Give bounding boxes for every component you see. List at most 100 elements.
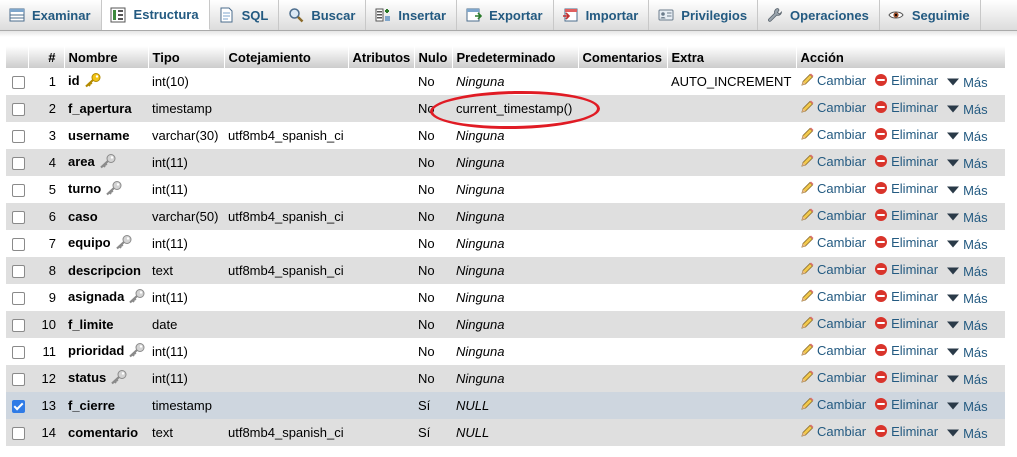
table-row[interactable]: 12 status int(11) No Ninguna Cambiar Eliminar M… bbox=[6, 365, 1005, 392]
tab-label: Operaciones bbox=[790, 7, 869, 23]
row-checkbox[interactable] bbox=[12, 130, 25, 144]
change-button[interactable]: Cambiar bbox=[800, 154, 866, 169]
row-number: 12 bbox=[28, 365, 64, 392]
header-type[interactable]: Tipo bbox=[148, 46, 225, 68]
drop-button[interactable]: Eliminar bbox=[874, 370, 938, 385]
drop-button[interactable]: Eliminar bbox=[874, 262, 938, 277]
change-button[interactable]: Cambiar bbox=[800, 73, 866, 88]
more-button-label: Más bbox=[963, 128, 988, 144]
more-button[interactable]: Más bbox=[946, 156, 988, 171]
row-checkbox[interactable] bbox=[12, 184, 25, 198]
more-button[interactable]: Más bbox=[946, 102, 988, 117]
change-button[interactable]: Cambiar bbox=[800, 289, 866, 304]
drop-button[interactable]: Eliminar bbox=[874, 316, 938, 331]
row-checkbox[interactable] bbox=[12, 292, 25, 306]
row-checkbox[interactable] bbox=[12, 319, 25, 333]
drop-button[interactable]: Eliminar bbox=[874, 73, 938, 88]
tab-insertar[interactable]: Insertar bbox=[366, 0, 458, 30]
header-extra[interactable]: Extra bbox=[667, 46, 797, 68]
row-checkbox[interactable] bbox=[12, 103, 25, 117]
tab-examinar[interactable]: Examinar bbox=[0, 0, 102, 30]
more-button[interactable]: Más bbox=[946, 237, 988, 252]
drop-button[interactable]: Eliminar bbox=[874, 154, 938, 169]
more-button[interactable]: Más bbox=[946, 129, 988, 144]
header-name[interactable]: Nombre bbox=[64, 46, 149, 68]
column-type: int(11) bbox=[148, 149, 224, 176]
table-row[interactable]: 9 asignada int(11) No Ninguna Cambiar Eliminar… bbox=[6, 284, 1005, 311]
row-checkbox[interactable] bbox=[12, 157, 25, 171]
drop-button-label: Eliminar bbox=[891, 423, 939, 439]
more-button[interactable]: Más bbox=[946, 426, 988, 441]
change-button[interactable]: Cambiar bbox=[800, 397, 866, 412]
more-button[interactable]: Más bbox=[946, 291, 988, 306]
pencil-icon bbox=[800, 181, 814, 195]
change-button[interactable]: Cambiar bbox=[800, 181, 866, 196]
tab-exportar[interactable]: Exportar bbox=[457, 0, 554, 30]
table-row[interactable]: 11 prioridad int(11) No Ninguna Cambiar Elimin… bbox=[6, 338, 1005, 365]
header-null[interactable]: Nulo bbox=[414, 46, 453, 68]
column-collation: utf8mb4_spanish_ci bbox=[224, 203, 348, 230]
header-comments[interactable]: Comentarios bbox=[578, 46, 668, 68]
row-checkbox[interactable] bbox=[12, 400, 25, 414]
tab-estructura[interactable]: Estructura bbox=[101, 0, 210, 30]
table-row[interactable]: 13 f_cierre timestamp Sí NULL Cambiar Eliminar… bbox=[6, 392, 1005, 419]
change-button[interactable]: Cambiar bbox=[800, 235, 866, 250]
column-extra bbox=[667, 311, 796, 338]
table-row[interactable]: 4 area int(11) No Ninguna Cambiar Eliminar Más bbox=[6, 149, 1005, 176]
change-button[interactable]: Cambiar bbox=[800, 343, 866, 358]
drop-button[interactable]: Eliminar bbox=[874, 127, 938, 142]
more-button[interactable]: Más bbox=[946, 399, 988, 414]
change-button[interactable]: Cambiar bbox=[800, 208, 866, 223]
table-row[interactable]: 5 turno int(11) No Ninguna Cambiar Eliminar Más bbox=[6, 176, 1005, 203]
more-button[interactable]: Más bbox=[946, 183, 988, 198]
change-button[interactable]: Cambiar bbox=[800, 370, 866, 385]
change-button[interactable]: Cambiar bbox=[800, 424, 866, 439]
change-button[interactable]: Cambiar bbox=[800, 127, 866, 142]
table-row[interactable]: 10 f_limite date No Ninguna Cambiar Eliminar Má… bbox=[6, 311, 1005, 338]
table-row[interactable]: 1 id int(10) No Ninguna AUTO_INCREMENT Cambiar… bbox=[6, 68, 1005, 95]
more-button[interactable]: Más bbox=[946, 372, 988, 387]
more-button[interactable]: Más bbox=[946, 264, 988, 279]
tab-importar[interactable]: Importar bbox=[554, 0, 650, 30]
tab-operaciones[interactable]: Operaciones bbox=[758, 0, 880, 30]
change-button-label: Cambiar bbox=[817, 99, 867, 115]
row-checkbox[interactable] bbox=[12, 265, 25, 279]
drop-button[interactable]: Eliminar bbox=[874, 208, 938, 223]
header-collation[interactable]: Cotejamiento bbox=[224, 46, 349, 68]
drop-button[interactable]: Eliminar bbox=[874, 289, 938, 304]
header-attributes[interactable]: Atributos bbox=[348, 46, 415, 68]
table-row[interactable]: 7 equipo int(11) No Ninguna Cambiar Eliminar Má… bbox=[6, 230, 1005, 257]
more-button[interactable]: Más bbox=[946, 75, 988, 90]
table-row[interactable]: 6 caso varchar(50) utf8mb4_spanish_ci No Ning… bbox=[6, 203, 1005, 230]
more-button[interactable]: Más bbox=[946, 345, 988, 360]
tab-buscar[interactable]: Buscar bbox=[279, 0, 367, 30]
tab-seguimie[interactable]: Seguimie bbox=[880, 0, 981, 30]
drop-button[interactable]: Eliminar bbox=[874, 397, 938, 412]
column-default: Ninguna bbox=[452, 311, 578, 338]
row-checkbox[interactable] bbox=[12, 346, 25, 360]
change-button[interactable]: Cambiar bbox=[800, 262, 866, 277]
table-row[interactable]: 14 comentario text utf8mb4_spanish_ci Sí NULL… bbox=[6, 419, 1005, 446]
drop-button[interactable]: Eliminar bbox=[874, 424, 938, 439]
column-name: prioridad bbox=[68, 342, 125, 358]
change-button[interactable]: Cambiar bbox=[800, 316, 866, 331]
row-checkbox[interactable] bbox=[12, 427, 25, 441]
row-checkbox[interactable] bbox=[12, 76, 25, 90]
table-row[interactable]: 3 username varchar(30) utf8mb4_spanish_ci No… bbox=[6, 122, 1005, 149]
row-checkbox[interactable] bbox=[12, 211, 25, 225]
drop-button[interactable]: Eliminar bbox=[874, 235, 938, 250]
more-button[interactable]: Más bbox=[946, 210, 988, 225]
drop-button[interactable]: Eliminar bbox=[874, 100, 938, 115]
row-number: 5 bbox=[28, 176, 64, 203]
row-checkbox[interactable] bbox=[12, 373, 25, 387]
table-row[interactable]: 2 f_apertura timestamp No current_timestamp(… bbox=[6, 95, 1005, 122]
drop-button[interactable]: Eliminar bbox=[874, 181, 938, 196]
more-button[interactable]: Más bbox=[946, 318, 988, 333]
tab-privilegios[interactable]: Privilegios bbox=[649, 0, 759, 30]
table-row[interactable]: 8 descripcion text utf8mb4_spanish_ci No Ning… bbox=[6, 257, 1005, 284]
header-default[interactable]: Predeterminado bbox=[452, 46, 579, 68]
change-button[interactable]: Cambiar bbox=[800, 100, 866, 115]
drop-button[interactable]: Eliminar bbox=[874, 343, 938, 358]
row-checkbox[interactable] bbox=[12, 238, 25, 252]
tab-sql[interactable]: SQL bbox=[210, 0, 280, 30]
